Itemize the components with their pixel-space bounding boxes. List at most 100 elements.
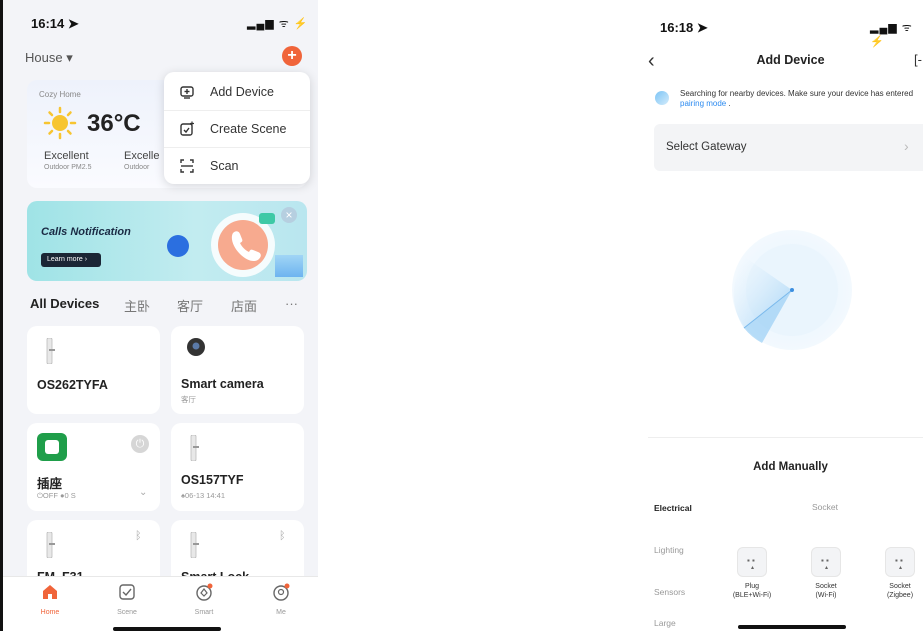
temperature: 36°C xyxy=(87,110,141,137)
screenshot-root: 16:14 ➤ ▂▄▆ ᯤ ⚡ House ▾ + Cozy Home 36°C… xyxy=(0,0,923,631)
device-label: Socket (Zigbee) xyxy=(886,583,914,599)
bluetooth-icon: ᛒ xyxy=(135,530,142,542)
add-device-icon xyxy=(180,86,194,99)
category-lighting[interactable]: Lighting xyxy=(654,545,684,555)
device-name: OS262TYFA xyxy=(37,378,108,392)
tip-text: Searching for nearby devices. Make sure … xyxy=(680,89,914,98)
nav-home[interactable]: Home xyxy=(25,583,75,616)
nav-label: Scene xyxy=(117,609,137,616)
pairing-mode-link[interactable]: pairing mode xyxy=(680,99,726,108)
device-name: OS157TYF xyxy=(181,473,244,487)
metric-1-label: Outdoor PM2.5 xyxy=(44,164,92,171)
device-room: 客厅 xyxy=(181,395,196,404)
room-tabs: All Devices 主卧 客厅 店面 ··· xyxy=(27,296,307,316)
category-large[interactable]: Large xyxy=(654,618,676,628)
menu-item-add-device[interactable]: Add Device xyxy=(164,74,310,111)
scan-icon[interactable]: [- xyxy=(914,52,922,67)
menu-item-label: Create Scene xyxy=(210,122,287,136)
expand-chevron-icon[interactable]: ⌄ xyxy=(139,487,147,498)
device-status: ♠06-13 14:41 xyxy=(181,491,226,500)
device-label: Plug (BLE+Wi-Fi) xyxy=(732,583,772,599)
device-card-os157tyf[interactable]: OS157TYF ♠06-13 14:41 xyxy=(171,423,304,511)
chevron-right-icon: › xyxy=(904,138,909,154)
radar-scan-icon xyxy=(732,230,852,350)
home-screen: 16:14 ➤ ▂▄▆ ᯤ ⚡ House ▾ + Cozy Home 36°C… xyxy=(0,0,318,631)
status-time: 16:14 ➤ xyxy=(31,16,79,31)
menu-item-label: Scan xyxy=(210,159,239,173)
smart-icon xyxy=(196,583,213,601)
smart-lock-icon xyxy=(190,532,199,558)
bell-icon xyxy=(167,235,189,257)
home-icon xyxy=(43,585,57,599)
nav-label: Me xyxy=(276,609,286,616)
metric-1-value: Excellent xyxy=(44,150,89,162)
smart-lock-icon xyxy=(190,435,199,461)
device-name: 插座 xyxy=(37,477,63,491)
learn-more-button[interactable]: Learn more › xyxy=(41,253,101,267)
calls-notification-banner[interactable]: Calls Notification Learn more › × xyxy=(27,201,307,281)
status-time: 16:18 ➤ xyxy=(660,20,708,35)
select-gateway-row[interactable]: Select Gateway › xyxy=(654,124,923,171)
home-indicator xyxy=(113,627,221,631)
smart-lock-icon xyxy=(46,338,55,364)
add-menu-popup: Add Device Create Scene Scan xyxy=(164,72,310,184)
metric-2-value: Excelle xyxy=(124,150,160,162)
add-device-screen: 16:18 ➤ ▂▄▆ ᯤ ⚡ ‹ Add Device [- Searchin… xyxy=(648,0,923,631)
gateway-label: Select Gateway xyxy=(666,141,747,153)
searching-icon xyxy=(655,91,669,105)
sun-icon xyxy=(43,106,77,140)
socket-icon xyxy=(37,433,67,461)
device-socket-wifi[interactable]: ▪ ▪ ▴ Socket (Wi-Fi) xyxy=(794,547,858,600)
search-tip: Searching for nearby devices. Make sure … xyxy=(680,89,920,109)
banner-title: Calls Notification xyxy=(41,226,131,238)
socket-icon: ▪ ▪ ▴ xyxy=(885,547,915,577)
device-card-socket[interactable]: ⏻ 插座 ⏻OFF ●0 S ⌄ xyxy=(27,423,160,511)
tab-master-bedroom[interactable]: 主卧 xyxy=(124,296,150,315)
socket-section-header: Socket xyxy=(812,502,838,512)
tip-end: . xyxy=(726,99,731,108)
phone-call-icon xyxy=(211,213,275,277)
nav-label: Smart xyxy=(194,609,214,616)
more-tabs-button[interactable]: ··· xyxy=(285,296,298,311)
menu-item-label: Add Device xyxy=(210,85,274,99)
create-scene-icon xyxy=(180,121,194,136)
scene-icon xyxy=(119,584,135,600)
add-plus-button[interactable]: + xyxy=(282,46,302,66)
device-plug-ble-wifi[interactable]: ▪ ▪ ▴ Plug (BLE+Wi-Fi) xyxy=(720,547,784,600)
tab-all-devices[interactable]: All Devices xyxy=(30,296,99,311)
decor-block xyxy=(275,255,303,277)
socket-icon: ▪ ▪ ▴ xyxy=(737,547,767,577)
status-icons: ▂▄▆ ᯤ ⚡ xyxy=(870,22,913,48)
menu-item-create-scene[interactable]: Create Scene xyxy=(164,111,310,148)
menu-item-scan[interactable]: Scan xyxy=(164,148,310,185)
device-card-os262tyfa[interactable]: OS262TYFA xyxy=(27,326,160,414)
category-sensors[interactable]: Sensors xyxy=(654,587,685,597)
nav-me[interactable]: Me xyxy=(256,583,306,616)
device-card-smart-camera[interactable]: Smart camera 客厅 xyxy=(171,326,304,414)
nav-scene[interactable]: Scene xyxy=(102,583,152,616)
bottom-nav: Home Scene Smart Me xyxy=(3,576,318,631)
power-toggle-button[interactable]: ⏻ xyxy=(131,435,149,453)
tab-living-room[interactable]: 客厅 xyxy=(177,296,203,315)
home-name: Cozy Home xyxy=(39,90,81,99)
banner-close-button[interactable]: × xyxy=(281,207,297,223)
add-manually-title: Add Manually xyxy=(753,461,828,473)
home-indicator xyxy=(738,625,846,629)
house-selector[interactable]: House ▾ xyxy=(25,50,73,66)
status-icons: ▂▄▆ ᯤ ⚡ xyxy=(247,18,309,30)
bluetooth-icon: ᛒ xyxy=(279,530,286,542)
smart-lock-icon xyxy=(46,532,55,558)
tab-storefront[interactable]: 店面 xyxy=(231,296,257,315)
page-title: Add Device xyxy=(756,53,825,67)
device-status: ⏻OFF ●0 S xyxy=(37,491,76,500)
profile-icon xyxy=(273,583,290,601)
category-electrical[interactable]: Electrical xyxy=(654,503,692,513)
device-label: Socket (Wi-Fi) xyxy=(815,583,837,599)
nav-label: Home xyxy=(40,609,60,616)
divider xyxy=(648,437,923,438)
device-socket-zigbee[interactable]: ▪ ▪ ▴ Socket (Zigbee) xyxy=(868,547,923,600)
metric-2-label: Outdoor xyxy=(124,164,150,171)
camera-icon xyxy=(187,338,205,356)
nav-smart[interactable]: Smart xyxy=(179,583,229,616)
device-name: Smart camera xyxy=(181,377,264,391)
